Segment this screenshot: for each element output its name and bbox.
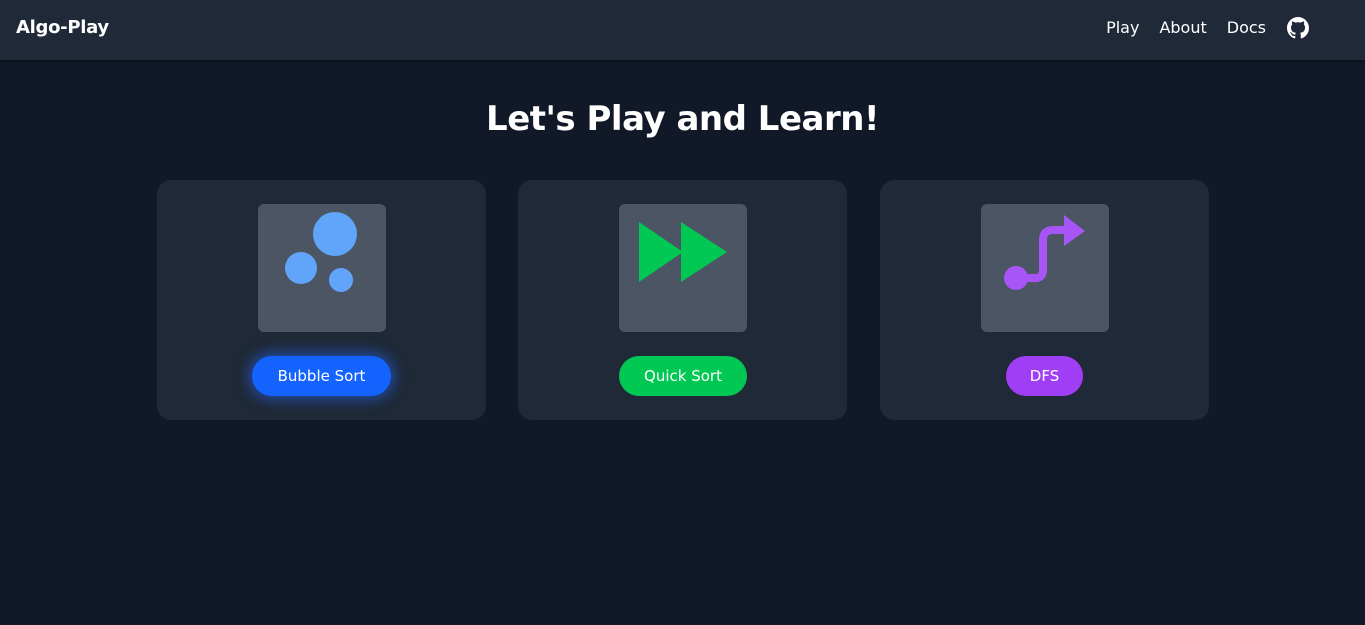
nav-link-docs[interactable]: Docs (1227, 15, 1266, 41)
bubble-sort-button[interactable]: Bubble Sort (252, 356, 391, 396)
quick-sort-button[interactable]: Quick Sort (619, 356, 747, 396)
nav-link-play[interactable]: Play (1106, 15, 1139, 41)
algorithm-card-bubble-sort: Bubble Sort (157, 180, 486, 420)
icon-box (258, 204, 386, 332)
github-icon (1287, 17, 1309, 39)
dfs-button[interactable]: DFS (1006, 356, 1083, 396)
bubbles-icon (285, 212, 357, 292)
navbar: Algo-Play Play About Docs (0, 0, 1365, 60)
brand-logo[interactable]: Algo-Play (16, 16, 109, 40)
github-link[interactable] (1287, 17, 1309, 39)
nav-links: Play About Docs (1086, 15, 1309, 41)
page-title: Let's Play and Learn! (486, 99, 879, 139)
algorithm-card-dfs: DFS (880, 180, 1209, 420)
algorithm-card-quick-sort: Quick Sort (518, 180, 847, 420)
icon-box (981, 204, 1109, 332)
icon-box (619, 204, 747, 332)
path-arrow-icon (1004, 215, 1085, 290)
fast-forward-icon (639, 222, 727, 282)
nav-link-about[interactable]: About (1159, 15, 1206, 41)
